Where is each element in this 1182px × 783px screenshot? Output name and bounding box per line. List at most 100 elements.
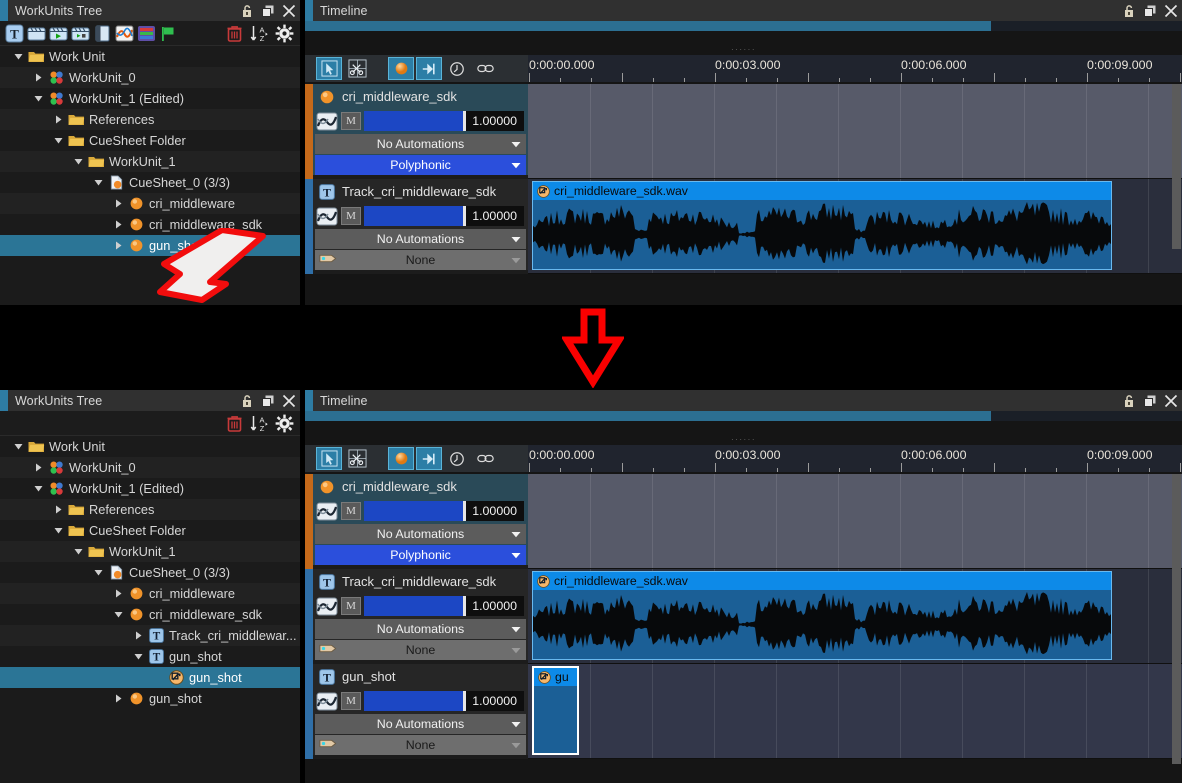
timeline-horizontal-scrollbar[interactable] — [305, 411, 1182, 421]
scissors-tool-icon[interactable] — [344, 57, 370, 80]
chevron-right-icon[interactable] — [108, 220, 128, 229]
automation-select[interactable]: No Automations — [315, 229, 526, 249]
automation-curve-icon[interactable] — [316, 691, 338, 711]
workunits-tree-bottom[interactable]: Work Unit WorkUnit_0 WorkUnit_1 (Edited) Re… — [0, 436, 300, 783]
volume-slider[interactable]: 1.00000 — [364, 691, 524, 711]
sphere-toggle-icon[interactable] — [388, 447, 414, 470]
track-header[interactable]: T Track_cri_middleware_sdk M 1.00000 No … — [305, 179, 528, 274]
clapboard-icon[interactable] — [27, 24, 46, 43]
sort-az-icon[interactable]: AZ — [250, 24, 269, 43]
lock-icon[interactable] — [240, 394, 254, 408]
sort-az-icon[interactable]: AZ — [250, 414, 269, 433]
automation-select[interactable]: No Automations — [315, 134, 526, 154]
clip-header[interactable]: cri_middleware_sdk.wav — [533, 572, 1111, 590]
timeline-clip[interactable]: gu — [532, 666, 579, 755]
volume-handle[interactable] — [463, 206, 467, 226]
timeline-clip[interactable]: cri_middleware_sdk.wav — [532, 181, 1112, 270]
track-name-row[interactable]: T Track_cri_middleware_sdk — [313, 569, 528, 594]
trash-icon[interactable] — [225, 24, 244, 43]
chevron-down-icon[interactable] — [48, 526, 68, 535]
volume-handle[interactable] — [463, 691, 467, 711]
chevron-right-icon[interactable] — [108, 241, 128, 250]
volume-slider[interactable]: 1.00000 — [364, 111, 524, 131]
tree-item[interactable]: gun_shot — [0, 688, 300, 709]
timeline-lane[interactable]: cri_middleware_sdk.wav — [528, 569, 1182, 664]
chevron-right-icon[interactable] — [108, 694, 128, 703]
close-icon[interactable] — [1164, 394, 1178, 408]
automation-curve-icon[interactable] — [316, 501, 338, 521]
restore-icon[interactable] — [1143, 394, 1157, 408]
timeline-ruler-bottom[interactable]: 0:00:00.000 0:00:03.000 0:00:06.000 0:00:09… — [528, 445, 1182, 472]
close-icon[interactable] — [282, 4, 296, 18]
chevron-right-icon[interactable] — [108, 589, 128, 598]
tree-item[interactable]: CueSheet Folder — [0, 130, 300, 151]
snap-right-icon[interactable] — [416, 447, 442, 470]
mixer-icon[interactable] — [137, 24, 156, 43]
track-header[interactable]: cri_middleware_sdk M 1.00000 No Automati… — [305, 474, 528, 569]
tree-item[interactable]: References — [0, 499, 300, 520]
scrollbar-thumb[interactable] — [305, 21, 991, 31]
tree-item[interactable]: Tgun_shot — [0, 646, 300, 667]
chevron-right-icon[interactable] — [108, 199, 128, 208]
timeline-vertical-scrollbar-bottom[interactable] — [1172, 474, 1181, 764]
tree-item[interactable]: CueSheet Folder — [0, 520, 300, 541]
volume-slider[interactable]: 1.00000 — [364, 206, 524, 226]
timeline-lane[interactable]: gu — [528, 664, 1182, 759]
gear-icon[interactable] — [275, 414, 294, 433]
sphere-toggle-icon[interactable] — [388, 57, 414, 80]
chevron-down-icon[interactable] — [68, 157, 88, 166]
chevron-down-icon[interactable] — [8, 52, 28, 61]
tree-item[interactable]: WorkUnit_1 — [0, 541, 300, 562]
volume-handle[interactable] — [463, 111, 467, 131]
timeline-lane[interactable] — [528, 84, 1182, 179]
chevron-down-icon[interactable] — [28, 94, 48, 103]
snap-right-icon[interactable] — [416, 57, 442, 80]
workunits-tree-top[interactable]: Work Unit WorkUnit_0 WorkUnit_1 (Edited) Re… — [0, 46, 300, 305]
select-tool-icon[interactable] — [316, 57, 342, 80]
tree-item[interactable]: Work Unit — [0, 46, 300, 67]
volume-slider[interactable]: 1.00000 — [364, 596, 524, 616]
chevron-right-icon[interactable] — [48, 115, 68, 124]
track-name-row[interactable]: T gun_shot — [313, 664, 528, 689]
chevron-down-icon[interactable] — [88, 568, 108, 577]
chevron-down-icon[interactable] — [8, 442, 28, 451]
select-tool-icon[interactable] — [316, 447, 342, 470]
clip-header[interactable]: gu — [534, 668, 577, 686]
automation-select[interactable]: No Automations — [315, 619, 526, 639]
chevron-down-icon[interactable] — [28, 484, 48, 493]
scrollbar-thumb[interactable] — [305, 411, 991, 421]
mute-button[interactable]: M — [341, 692, 361, 710]
volume-handle[interactable] — [463, 596, 467, 616]
track-mode-select[interactable]: None — [315, 640, 526, 660]
tree-item[interactable]: WorkUnit_1 (Edited) — [0, 478, 300, 499]
track-name-row[interactable]: cri_middleware_sdk — [313, 84, 528, 109]
scissors-tool-icon[interactable] — [344, 447, 370, 470]
timeline-lane[interactable]: cri_middleware_sdk.wav — [528, 179, 1182, 274]
chevron-right-icon[interactable] — [28, 463, 48, 472]
timeline-lane[interactable] — [528, 474, 1182, 569]
lock-icon[interactable] — [1122, 4, 1136, 18]
splitter-grip[interactable]: ······ — [305, 46, 1182, 54]
tree-item[interactable]: WorkUnit_0 — [0, 457, 300, 478]
track-mode-select[interactable]: Polyphonic — [315, 545, 526, 565]
tree-item[interactable]: cri_middleware — [0, 583, 300, 604]
track-mode-select[interactable]: None — [315, 250, 526, 270]
flag-icon[interactable] — [159, 24, 178, 43]
timeline-horizontal-scrollbar[interactable] — [305, 21, 1182, 31]
timeline-ruler-top[interactable]: 0:00:00.000 0:00:03.000 0:00:06.000 0:00:09… — [528, 55, 1182, 82]
tree-item[interactable]: CueSheet_0 (3/3) — [0, 172, 300, 193]
close-icon[interactable] — [1164, 4, 1178, 18]
mute-button[interactable]: M — [341, 207, 361, 225]
volume-handle[interactable] — [463, 501, 467, 521]
restore-icon[interactable] — [1143, 4, 1157, 18]
tree-item[interactable]: Work Unit — [0, 436, 300, 457]
tree-item[interactable]: WorkUnit_1 — [0, 151, 300, 172]
chevron-down-icon[interactable] — [128, 652, 148, 661]
clock-icon[interactable] — [444, 447, 470, 470]
clapboard-play-icon[interactable] — [49, 24, 68, 43]
track-mode-select[interactable]: Polyphonic — [315, 155, 526, 175]
clock-icon[interactable] — [444, 57, 470, 80]
lock-icon[interactable] — [240, 4, 254, 18]
tree-item[interactable]: cri_middleware_sdk — [0, 214, 300, 235]
chevron-right-icon[interactable] — [28, 73, 48, 82]
